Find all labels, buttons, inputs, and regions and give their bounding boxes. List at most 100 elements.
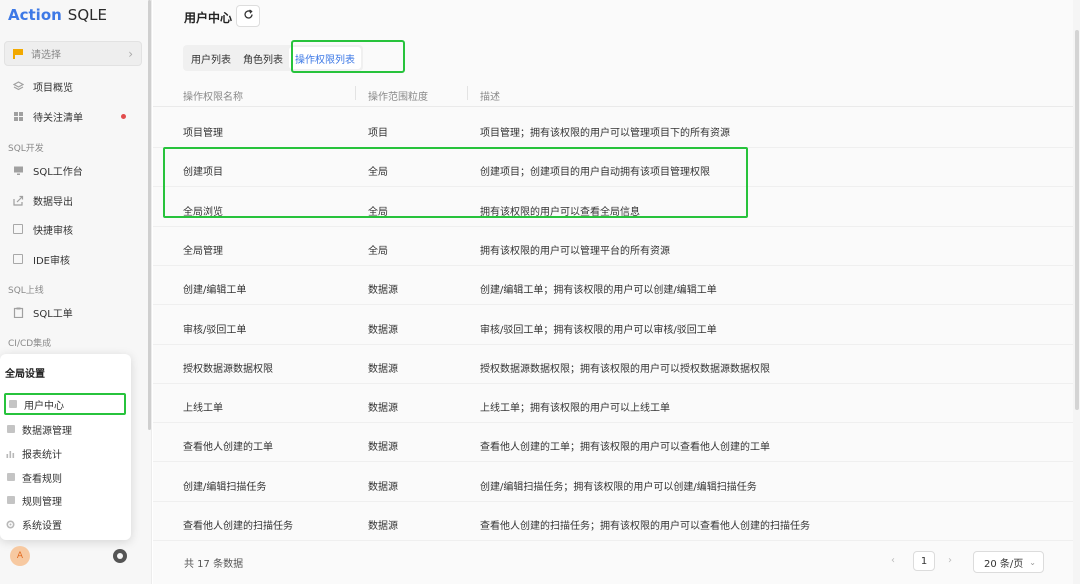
- description-cell: 查看他人创建的扫描任务；拥有该权限的用户可以查看他人创建的扫描任务: [480, 521, 810, 532]
- page-size-value: 20 条/页: [984, 558, 1024, 570]
- permission-name-cell: 查看他人创建的扫描任务: [183, 521, 293, 532]
- sidebar-item-label: 快捷审核: [33, 225, 73, 237]
- refresh-icon: [243, 9, 254, 23]
- main-content: 用户中心 用户列表 角色列表 操作权限列表 操作权限名称 操作范围粒度 描述 项…: [153, 0, 1080, 584]
- page-size-select[interactable]: 20 条/页 ⌄: [973, 551, 1044, 573]
- column-divider: [355, 86, 356, 100]
- next-page-button[interactable]: ›: [948, 555, 952, 566]
- page-number-button[interactable]: 1: [913, 551, 935, 571]
- nav-group-title: CI/CD集成: [8, 339, 52, 349]
- scope-cell: 数据源: [368, 363, 398, 375]
- project-select-placeholder: 请选择: [31, 50, 61, 61]
- export-icon: [12, 194, 24, 206]
- scope-cell: 全局: [368, 245, 388, 257]
- description-cell: 拥有该权限的用户可以管理平台的所有资源: [480, 245, 670, 257]
- permission-name-cell: 审核/驳回工单: [183, 324, 247, 336]
- popup-title: 全局设置: [5, 369, 45, 380]
- menu-item-rule-management[interactable]: 规则管理: [4, 489, 126, 511]
- rows-highlight-box: [163, 147, 748, 218]
- permission-name-cell: 全局管理: [183, 245, 223, 257]
- sidebar-item-ide-audit[interactable]: IDE审核: [0, 248, 150, 270]
- flag-icon: [13, 48, 23, 59]
- sidebar-item-sql-ticket[interactable]: SQL工单: [0, 301, 150, 323]
- table-row: 全局管理 全局 拥有该权限的用户可以管理平台的所有资源: [153, 227, 1080, 266]
- table-row: 授权数据源数据权限 数据源 授权数据源数据权限；拥有该权限的用户可以授权数据源数据权…: [153, 345, 1080, 384]
- total-count: 共 17 条数据: [184, 559, 244, 570]
- table-row: 创建/编辑工单 数据源 创建/编辑工单；拥有该权限的用户可以创建/编辑工单: [153, 266, 1080, 306]
- table-row: 查看他人创建的工单 数据源 查看他人创建的工单；拥有该权限的用户可以查看他人创建的工…: [153, 423, 1080, 463]
- sidebar-item-project-overview[interactable]: 项目概览: [0, 75, 150, 97]
- sidebar-scrollbar[interactable]: [148, 0, 151, 430]
- menu-item-label: 数据源管理: [22, 425, 72, 437]
- database-icon: [6, 425, 15, 434]
- menu-item-report-statistics[interactable]: 报表统计: [4, 442, 126, 464]
- nav-group-title: SQL上线: [8, 286, 44, 296]
- avatar[interactable]: A: [10, 546, 30, 566]
- gear-icon: [6, 519, 15, 529]
- sidebar-item-label: 待关注清单: [33, 112, 83, 124]
- sidebar-item-watchlist[interactable]: 待关注清单: [0, 105, 150, 127]
- permission-name-cell: 创建/编辑工单: [183, 285, 247, 297]
- menu-item-label: 用户中心: [24, 400, 64, 412]
- permission-name-cell: 查看他人创建的工单: [183, 442, 273, 454]
- menu-item-label: 查看规则: [22, 473, 62, 485]
- scope-cell: 数据源: [368, 481, 398, 493]
- page-scrollbar-thumb[interactable]: [1075, 30, 1079, 410]
- page-title: 用户中心: [184, 11, 233, 25]
- global-settings-popup: 全局设置 用户中心 数据源管理 报表统计 查看规则 规则管理 系统设置: [0, 354, 131, 540]
- rule-icon: [6, 473, 15, 482]
- sidebar-item-sql-workbench[interactable]: SQL工作台: [0, 159, 150, 181]
- table-row: 查看他人创建的扫描任务 数据源 查看他人创建的扫描任务；拥有该权限的用户可以查看他人…: [153, 502, 1080, 541]
- sidebar-item-data-export[interactable]: 数据导出: [0, 189, 150, 211]
- permission-name-cell: 授权数据源数据权限: [183, 363, 273, 375]
- menu-item-user-center[interactable]: 用户中心: [4, 393, 126, 415]
- project-select[interactable]: 请选择 ›: [4, 41, 142, 66]
- ide-icon: [12, 253, 24, 265]
- description-cell: 查看他人创建的工单；拥有该权限的用户可以查看他人创建的工单: [480, 442, 770, 454]
- description-cell: 创建/编辑扫描任务；拥有该权限的用户可以创建/编辑扫描任务: [480, 481, 757, 493]
- column-header: 描述: [480, 92, 500, 103]
- prev-page-button[interactable]: ‹: [891, 555, 895, 566]
- scope-cell: 项目: [368, 128, 388, 139]
- tab-role-list[interactable]: 角色列表: [237, 47, 289, 69]
- description-cell: 项目管理；拥有该权限的用户可以管理项目下的所有资源: [480, 128, 730, 139]
- sidebar-item-label: SQL工单: [33, 308, 73, 320]
- app-logo[interactable]: Action SQLE: [8, 5, 107, 25]
- scope-cell: 数据源: [368, 403, 398, 415]
- scope-cell: 数据源: [368, 442, 398, 454]
- sidebar-item-label: 项目概览: [33, 82, 73, 94]
- description-cell: 审核/驳回工单；拥有该权限的用户可以审核/驳回工单: [480, 324, 717, 336]
- permission-name-cell: 项目管理: [183, 128, 223, 139]
- column-divider: [467, 86, 468, 100]
- menu-item-system-settings[interactable]: 系统设置: [4, 513, 126, 535]
- permission-name-cell: 创建/编辑扫描任务: [183, 481, 267, 493]
- tab-user-list[interactable]: 用户列表: [185, 47, 237, 69]
- chart-icon: [6, 449, 15, 458]
- column-header: 操作范围粒度: [368, 92, 428, 103]
- menu-item-view-rules[interactable]: 查看规则: [4, 466, 126, 488]
- sidebar-item-label: 数据导出: [33, 196, 73, 208]
- table-header: 操作权限名称 操作范围粒度 描述: [153, 80, 1080, 107]
- file-icon: [12, 223, 24, 235]
- monitor-icon: [12, 164, 24, 176]
- chevron-down-icon: ⌄: [1029, 557, 1036, 567]
- clipboard-icon: [12, 306, 24, 318]
- scope-cell: 数据源: [368, 521, 398, 532]
- table-row: 审核/驳回工单 数据源 审核/驳回工单；拥有该权限的用户可以审核/驳回工单: [153, 306, 1080, 345]
- menu-item-label: 报表统计: [22, 449, 62, 461]
- sidebar-item-label: SQL工作台: [33, 166, 83, 178]
- permission-name-cell: 上线工单: [183, 403, 223, 415]
- settings-gear-icon[interactable]: [113, 549, 127, 563]
- description-cell: 授权数据源数据权限；拥有该权限的用户可以授权数据源数据权限: [480, 363, 770, 375]
- sidebar-item-quick-audit[interactable]: 快捷审核: [0, 218, 150, 240]
- refresh-button[interactable]: [236, 5, 260, 27]
- column-header: 操作权限名称: [183, 92, 243, 103]
- menu-item-label: 规则管理: [22, 496, 62, 508]
- chevron-right-icon: ›: [128, 46, 133, 61]
- table-row: 上线工单 数据源 上线工单；拥有该权限的用户可以上线工单: [153, 384, 1080, 424]
- scope-cell: 数据源: [368, 324, 398, 336]
- tab-highlight-box: [291, 40, 405, 73]
- layers-icon: [12, 80, 24, 92]
- user-icon: [8, 400, 17, 409]
- menu-item-datasource-management[interactable]: 数据源管理: [4, 418, 126, 440]
